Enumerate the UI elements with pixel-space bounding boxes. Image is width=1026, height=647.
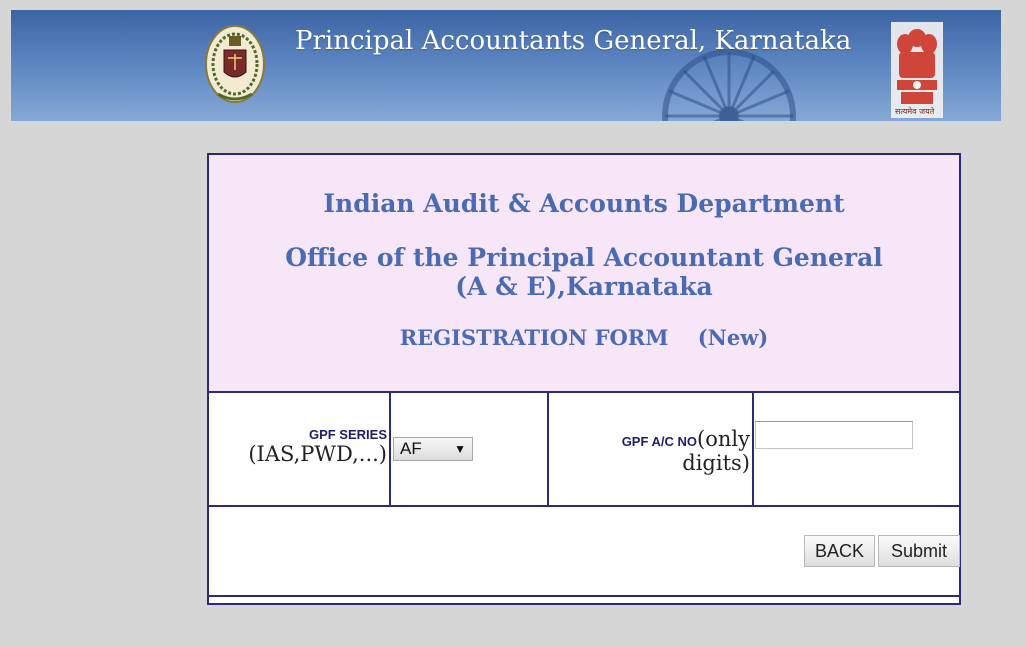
gpf-account-number-input[interactable] (755, 421, 913, 449)
back-button[interactable]: BACK (804, 535, 875, 567)
gpf-input-row: GPF SERIES (IAS,PWD,...) AF ▼ GPF A/C NO… (209, 393, 959, 507)
gpf-series-label-text: GPF SERIES (308, 427, 387, 442)
page: Principal Accountants General, Karnataka… (0, 0, 1026, 647)
national-emblem-icon (891, 22, 943, 118)
gpf-series-selected-value: AF (400, 439, 422, 458)
gpf-series-select-cell: AF ▼ (391, 393, 549, 505)
action-row: BACK Submit (209, 507, 960, 597)
registration-form-card: Indian Audit & Accounts Department Offic… (207, 153, 961, 605)
gpf-account-label: GPF A/C NO(only digits) (622, 427, 750, 475)
gpf-account-label-text: GPF A/C NO (621, 434, 698, 449)
gpf-series-label: GPF SERIES (IAS,PWD,...) (248, 427, 387, 466)
dropdown-arrow-icon: ▼ (454, 442, 466, 456)
gpf-account-label-cell: GPF A/C NO(only digits) (549, 393, 754, 505)
ashoka-chakra-icon (662, 49, 796, 121)
gpf-account-hint-line2: digits) (682, 451, 750, 475)
department-heading: Indian Audit & Accounts Department (323, 189, 845, 218)
gpf-series-label-cell: GPF SERIES (IAS,PWD,...) (209, 393, 391, 505)
national-motto: सत्यमेव जयते (895, 107, 935, 116)
audit-department-emblem-icon (205, 25, 265, 103)
office-heading: Office of the Principal Accountant Gener… (285, 243, 883, 301)
submit-button[interactable]: Submit (878, 535, 960, 567)
form-title: REGISTRATION FORM (New) (399, 325, 769, 350)
gpf-series-select[interactable]: AF ▼ (393, 437, 473, 461)
gpf-series-hint: (IAS,PWD,...) (248, 442, 387, 466)
form-header: Indian Audit & Accounts Department Offic… (209, 155, 959, 393)
banner-title: Principal Accountants General, Karnataka (295, 26, 852, 56)
gpf-account-hint-line1: (only (697, 427, 750, 451)
site-banner: Principal Accountants General, Karnataka… (11, 10, 1001, 121)
gpf-account-input-cell (754, 393, 959, 505)
